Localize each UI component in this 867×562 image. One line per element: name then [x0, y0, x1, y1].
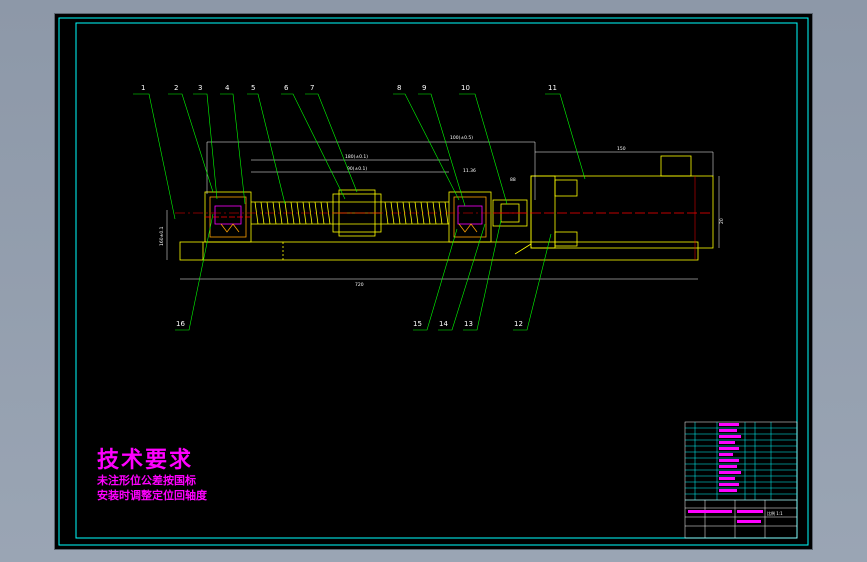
part-label-14: 14	[439, 320, 448, 328]
base-rail	[179, 241, 699, 261]
part-label-4: 4	[225, 84, 230, 92]
part-label-15: 15	[413, 320, 422, 328]
part-label-10: 10	[461, 84, 470, 92]
dim-text: 100(±0.5)	[450, 135, 473, 141]
title-block: 比例 1:1	[684, 421, 798, 539]
dim-text: 11.36	[463, 168, 476, 174]
part-label-2: 2	[174, 84, 178, 92]
dim-text: 20	[719, 218, 725, 224]
technical-requirements-title: 技术要求	[97, 447, 194, 473]
dim-text: 88	[510, 177, 516, 183]
part-label-9: 9	[422, 84, 426, 92]
technical-requirement-line: 安装时调整定位回轴度	[97, 489, 207, 502]
part-label-7: 7	[310, 84, 314, 92]
drawing-sheet: 100(±0.5) 150 180(±0.1) 90(±0.1) 88 11.3…	[55, 14, 812, 549]
part-label-11: 11	[548, 84, 557, 92]
part-label-3: 3	[198, 84, 202, 92]
dimension-texts: 100(±0.5) 150 180(±0.1) 90(±0.1) 88 11.3…	[159, 135, 725, 288]
part-label-12: 12	[514, 320, 523, 328]
part-label-8: 8	[397, 84, 401, 92]
part-label-16: 16	[176, 320, 185, 328]
dim-text: 160±0.1	[159, 226, 165, 246]
dim-text: 720	[355, 282, 364, 288]
left-bearing-block	[204, 191, 252, 243]
part-labels: 1 2 3 4 5 6 7 8 9 10 11 16 15 14 13 12	[141, 84, 557, 328]
servo-motor	[514, 155, 714, 255]
part-label-6: 6	[284, 84, 289, 92]
leader-lines	[133, 93, 586, 331]
dim-text: 150	[617, 146, 626, 152]
dimension-lines	[166, 141, 720, 280]
part-label-1: 1	[141, 84, 145, 92]
part-label-5: 5	[251, 84, 255, 92]
dim-text: 90(±0.1)	[347, 166, 367, 172]
technical-requirement-line: 未注形位公差按国标	[97, 474, 196, 487]
scale-text: 比例 1:1	[767, 510, 783, 516]
dim-text: 180(±0.1)	[345, 154, 368, 160]
part-label-13: 13	[464, 320, 473, 328]
